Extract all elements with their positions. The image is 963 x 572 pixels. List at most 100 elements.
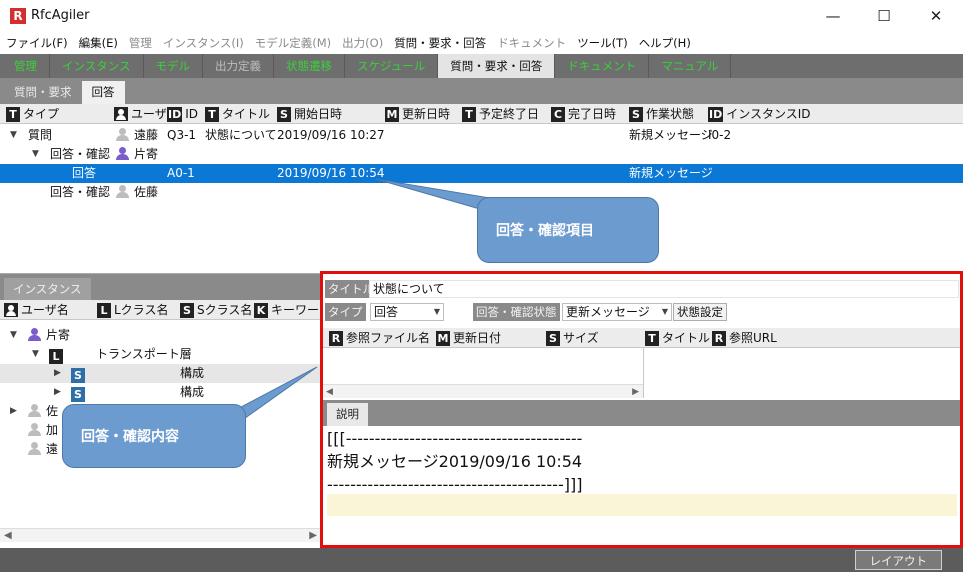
user-icon — [114, 107, 128, 121]
menu-item-5[interactable]: 出力(O) — [342, 35, 383, 51]
tab-main-2[interactable]: モデル — [144, 54, 204, 78]
expand-toggle-icon[interactable]: ▶ — [54, 383, 61, 402]
instance-user: 遠 — [28, 440, 58, 459]
tab-description[interactable]: 説明 — [327, 403, 368, 426]
menu-item-1[interactable]: 編集(E) — [79, 35, 118, 51]
column-header-9[interactable]: ID インスタンスID — [708, 105, 811, 123]
layout-button[interactable]: レイアウト — [854, 550, 942, 570]
tab-main-6[interactable]: 質問・要求・回答 — [438, 54, 556, 78]
user-avatar-icon — [28, 442, 41, 455]
menu-item-6[interactable]: 質問・要求・回答 — [394, 35, 486, 51]
instance-tree-row[interactable]: ▼ L トランスポート層 — [0, 345, 321, 364]
qa-type: 質問 — [28, 128, 53, 142]
description-line: ----------------------------------------… — [327, 475, 583, 494]
column-header-label: 完了日時 — [568, 107, 617, 121]
qa-status: 新規メッセージ — [629, 166, 713, 180]
menu-item-0[interactable]: ファイル(F) — [6, 35, 68, 51]
file-column-header-1[interactable]: M 更新日付 — [436, 329, 501, 347]
column-header-3[interactable]: T タイトル — [205, 105, 270, 123]
tab-main-7[interactable]: ドキュメント — [555, 54, 650, 78]
file-column-header-0[interactable]: R 参照ファイル名 — [329, 329, 430, 347]
maximize-button[interactable]: ☐ — [864, 4, 904, 28]
badge-l-icon: L — [97, 302, 111, 318]
qa-user: 片寄 — [116, 145, 158, 164]
description-tab-strip: 説明 — [323, 400, 960, 426]
column-header-0[interactable]: T タイプ — [6, 105, 59, 123]
tab-qa-1[interactable]: 回答 — [81, 81, 125, 104]
tree-row[interactable]: ▼ 質問 遠藤 Q3-1 状態について 2019/09/16 10:27 新規メッセージ I0… — [0, 126, 963, 145]
column-header-7[interactable]: C 完了日時 — [551, 105, 616, 123]
qa-type: 回答・確認 — [50, 147, 111, 161]
title-field[interactable]: 状態について — [369, 280, 959, 298]
instance-column-header-2[interactable]: S Sクラス名 — [180, 301, 252, 319]
badge-t-icon: T — [462, 106, 476, 122]
file-column-header-3[interactable]: T タイトル — [645, 329, 710, 347]
badge-c-icon: C — [551, 106, 565, 122]
tab-main-8[interactable]: マニュアル — [649, 54, 732, 78]
scroll-right-icon[interactable]: ▶ — [632, 385, 639, 399]
instance-column-headers: ユーザ名 L Lクラス名 S Sクラス名 K キーワード — [0, 300, 331, 320]
badge-k-icon: K — [254, 302, 268, 318]
column-header-2[interactable]: ID ID — [167, 105, 198, 123]
expand-toggle-icon[interactable]: ▶ — [10, 402, 17, 421]
menu-item-4[interactable]: モデル定義(M) — [255, 35, 331, 51]
instance-class-name: トランスポート層 — [96, 347, 192, 361]
column-header-4[interactable]: S 開始日時 — [277, 105, 342, 123]
menu-item-9[interactable]: ヘルプ(H) — [639, 35, 691, 51]
column-header-5[interactable]: M 更新日時 — [385, 105, 450, 123]
status-select[interactable]: 更新メッセージ ▼ — [562, 303, 672, 321]
tab-main-0[interactable]: 管理 — [2, 54, 50, 78]
minimize-button[interactable]: — — [813, 4, 853, 28]
close-button[interactable]: ✕ — [916, 4, 956, 28]
column-header-6[interactable]: T 予定終了日 — [462, 105, 539, 123]
menu-item-2[interactable]: 管理 — [129, 35, 152, 51]
expand-toggle-icon[interactable]: ▼ — [32, 145, 39, 164]
menu-item-7[interactable]: ドキュメント — [497, 35, 566, 51]
answer-detail-panel: タイトル 状態について タイプ 回答 ▼ 回答・確認状態 更新メッセージ ▼ 状… — [320, 271, 963, 548]
type-select[interactable]: 回答 ▼ — [370, 303, 444, 321]
tab-qa-0[interactable]: 質問・要求 — [4, 81, 82, 104]
qa-start: 2019/09/16 10:54 — [277, 166, 385, 180]
tab-instance[interactable]: インスタンス — [4, 278, 91, 300]
tab-main-4[interactable]: 状態遷移 — [274, 54, 346, 78]
expand-toggle-icon[interactable]: ▼ — [10, 126, 17, 145]
type-row: タイプ 回答 ▼ 回答・確認状態 更新メッセージ ▼ 状態設定 — [323, 301, 960, 323]
file-list-left: ◀ ▶ — [323, 348, 644, 398]
qa-type: 回答・確認 — [50, 185, 111, 199]
file-column-header-2[interactable]: S サイズ — [546, 329, 599, 347]
badge-r-icon: R — [712, 330, 726, 346]
column-header-8[interactable]: S 作業状態 — [629, 105, 694, 123]
instance-tree-row[interactable]: ▼ 片寄 — [0, 326, 321, 345]
badge-l-icon: L — [49, 349, 63, 364]
title-bar: R RfcAgiler — ☐ ✕ — [0, 0, 963, 32]
menu-item-8[interactable]: ツール(T) — [577, 35, 628, 51]
main-tab-bar: 管理 インスタンス モデル 出力定義 状態遷移 スケジュール 質問・要求・回答 ドキュメントマ… — [0, 54, 963, 78]
qa-instance: I0-2 — [708, 128, 732, 142]
qa-start: 2019/09/16 10:27 — [277, 128, 385, 142]
scroll-left-icon[interactable]: ◀ — [4, 529, 12, 543]
column-header-1[interactable]: ユーザ — [114, 105, 167, 123]
file-column-header-4[interactable]: R 参照URL — [712, 329, 777, 347]
menu-item-3[interactable]: インスタンス(I) — [163, 35, 244, 51]
badge-s-icon: S — [71, 387, 85, 402]
description-editor[interactable]: [[[-------------------------------------… — [323, 426, 960, 545]
file-horizontal-scrollbar[interactable]: ◀ ▶ — [323, 384, 643, 398]
column-header-label: 更新日付 — [453, 331, 502, 345]
current-line-highlight — [327, 494, 957, 516]
column-header-label: サイズ — [563, 331, 599, 345]
scroll-left-icon[interactable]: ◀ — [326, 385, 333, 399]
expand-toggle-icon[interactable]: ▼ — [10, 326, 17, 345]
scroll-right-icon[interactable]: ▶ — [309, 529, 317, 543]
tab-main-3[interactable]: 出力定義 — [203, 54, 275, 78]
tab-main-1[interactable]: インスタンス — [50, 54, 144, 78]
instance-horizontal-scrollbar[interactable]: ◀ ▶ — [0, 528, 321, 542]
status-set-button[interactable]: 状態設定 — [673, 303, 727, 321]
expand-toggle-icon[interactable]: ▶ — [54, 364, 61, 383]
tab-main-5[interactable]: スケジュール — [345, 54, 439, 78]
column-header-label: Sクラス名 — [197, 303, 253, 317]
tree-row[interactable]: ▼ 回答・確認 片寄 — [0, 145, 963, 164]
column-header-label: タイトル — [222, 107, 271, 121]
instance-column-header-1[interactable]: L Lクラス名 — [97, 301, 168, 319]
expand-toggle-icon[interactable]: ▼ — [32, 345, 39, 364]
instance-column-header-0[interactable]: ユーザ名 — [4, 301, 69, 319]
